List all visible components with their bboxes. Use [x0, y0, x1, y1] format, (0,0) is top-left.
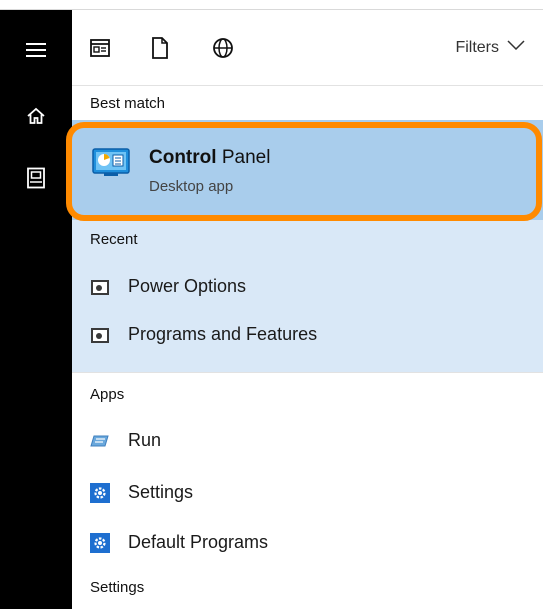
app-item-label: Run — [128, 430, 162, 450]
home-icon — [27, 107, 45, 124]
device-button[interactable] — [0, 148, 72, 208]
app-item-run[interactable]: Run — [72, 418, 543, 464]
control-panel-icon — [92, 148, 130, 176]
window-top-edge — [0, 0, 543, 10]
chevron-down-icon — [507, 40, 525, 50]
control-panel-title: Control Panel — [149, 147, 270, 169]
gear-icon — [90, 483, 110, 503]
search-results-panel: Filters Best match Control Panel Desktop… — [66, 10, 543, 609]
documents-filter-button[interactable] — [140, 28, 180, 68]
filters-label: Filters — [455, 39, 499, 56]
recent-item-programs-and-features[interactable]: Programs and Features — [72, 312, 543, 358]
start-left-rail — [0, 10, 72, 609]
app-item-settings[interactable]: Settings — [72, 470, 543, 516]
filters-dropdown[interactable]: Filters — [455, 28, 525, 68]
home-button[interactable] — [0, 86, 72, 146]
recent-heading: Recent — [90, 231, 138, 248]
control-panel-subtitle: Desktop app — [149, 178, 234, 195]
recent-item-power-options[interactable]: Power Options — [72, 264, 543, 310]
run-icon — [90, 435, 109, 447]
app-item-label: Settings — [128, 482, 194, 502]
recent-item-label: Programs and Features — [128, 324, 318, 344]
app-window-icon — [90, 39, 110, 57]
app-item-default-programs[interactable]: Default Programs — [72, 520, 543, 566]
apps-filter-button[interactable] — [80, 28, 120, 68]
app-item-label: Default Programs — [128, 532, 269, 552]
hamburger-menu-button[interactable] — [0, 20, 72, 80]
device-icon — [27, 167, 45, 189]
best-match-heading: Best match — [90, 95, 166, 112]
control-panel-title-rest: Panel — [216, 147, 271, 168]
recent-item-label: Power Options — [128, 276, 247, 296]
globe-icon — [213, 38, 233, 58]
settings-heading: Settings — [90, 579, 145, 596]
section-divider — [72, 372, 543, 373]
search-toolbar: Filters — [72, 10, 543, 86]
control-panel-applet-icon — [91, 280, 109, 295]
control-panel-result[interactable]: Control Panel Desktop app — [72, 120, 543, 220]
gear-icon — [90, 533, 110, 553]
control-panel-applet-icon — [91, 328, 109, 343]
web-filter-button[interactable] — [203, 28, 243, 68]
control-panel-title-match: Control — [149, 147, 217, 168]
document-icon — [152, 37, 168, 59]
hamburger-icon — [26, 43, 46, 57]
apps-heading: Apps — [90, 386, 125, 403]
